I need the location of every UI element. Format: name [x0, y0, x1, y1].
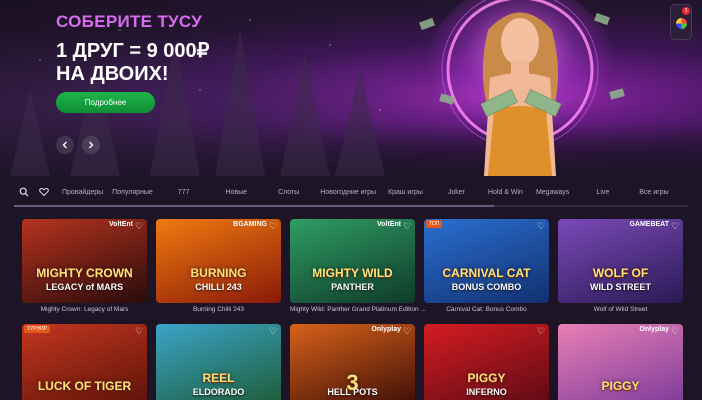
game-thumbnail[interactable]: PIGGY Onlyplay ♡ [558, 324, 683, 400]
game-card[interactable]: PIGGY INFERNO ♡ [424, 324, 549, 400]
game-art-title: REEL [202, 371, 235, 385]
game-card[interactable]: MIGHTY CROWN LEGACY of MARS VoltEnt ♡ Mighty… [22, 219, 147, 313]
game-name[interactable]: Mighty Wild: Panther Grand Platinum Edit… [290, 306, 426, 313]
banner-offer-line: 1 ДРУГ = 9 000₽ [56, 40, 210, 62]
game-thumbnail[interactable]: BURNING CHILLI 243 BGAMING ♡ [156, 219, 281, 303]
promo-banner[interactable]: СОБЕРИТЕ ТУСУ 1 ДРУГ = 9 000₽ НА ДВОИХ! … [0, 0, 702, 176]
provider-label: GAMEBEAT [629, 221, 669, 228]
provider-label: Onlyplay [639, 326, 669, 333]
game-badge: ТОП [426, 220, 443, 228]
game-art-title: PIGGY [601, 379, 640, 393]
game-art-subtitle: PANTHER [331, 282, 374, 292]
nav-item-all-games[interactable]: Все игры [639, 189, 668, 196]
nav-item-megaways[interactable]: Megaways [536, 189, 569, 196]
nav-item-777[interactable]: 777 [178, 189, 190, 196]
nav-item-hold-win[interactable]: Hold & Win [488, 189, 523, 196]
game-thumbnail[interactable]: CARNIVAL CAT BONUS COMBO ТОП ♡ [424, 219, 549, 303]
nav-item-providers[interactable]: Провайдеры [62, 189, 103, 196]
more-details-button[interactable]: Подробнее [56, 92, 155, 113]
promo-widget[interactable]: 3 [670, 4, 692, 40]
favorite-heart-icon[interactable]: ♡ [670, 221, 680, 231]
game-art-title: MIGHTY CROWN [36, 266, 133, 280]
game-art-title: CARNIVAL CAT [442, 266, 531, 280]
game-art-subtitle: HELL POTS [327, 387, 378, 397]
game-card[interactable]: REEL ELDORADO ♡ [156, 324, 281, 400]
nav-item-new[interactable]: Новые [225, 189, 247, 196]
hero-illustration [419, 0, 625, 176]
game-name[interactable]: Burning Chilli 243 [156, 306, 281, 313]
promo-count-badge: 3 [682, 7, 690, 15]
favorite-heart-icon[interactable]: ♡ [268, 221, 278, 231]
provider-label: VoltEnt [377, 221, 401, 228]
banner-offer-subline: НА ДВОИХ! [56, 63, 169, 85]
nav-item-new-year[interactable]: Новогодние игры [320, 189, 376, 196]
game-thumbnail[interactable]: MIGHTY CROWN LEGACY of MARS VoltEnt ♡ [22, 219, 147, 303]
game-card[interactable]: PIGGY Onlyplay ♡ [558, 324, 683, 400]
nav-item-slots[interactable]: Слоты [278, 189, 299, 196]
provider-label: BGAMING [233, 221, 267, 228]
game-badge: ТУРНИР [24, 325, 51, 333]
favorite-heart-icon[interactable]: ♡ [536, 221, 546, 231]
nav-item-joker[interactable]: Joker [448, 189, 465, 196]
game-card[interactable]: 3 HELL POTS Onlyplay ♡ [290, 324, 415, 400]
game-art-title: PIGGY [467, 371, 506, 385]
game-thumbnail[interactable]: MIGHTY WILD PANTHER VoltEnt ♡ [290, 219, 415, 303]
game-thumbnail[interactable]: LUCK OF TIGER ТУРНИР ♡ [22, 324, 147, 400]
game-art-subtitle: LEGACY of MARS [45, 282, 124, 292]
game-thumbnail[interactable]: REEL ELDORADO ♡ [156, 324, 281, 400]
favorite-heart-icon[interactable]: ♡ [536, 326, 546, 336]
game-art-title: WOLF OF [592, 266, 649, 280]
banner-prev-button[interactable] [56, 136, 74, 154]
game-name[interactable]: Mighty Crown: Legacy of Mars [22, 306, 147, 313]
game-art-title: LUCK OF TIGER [37, 379, 132, 393]
nav-item-crash[interactable]: Краш игры [388, 189, 423, 196]
game-card[interactable]: BURNING CHILLI 243 BGAMING ♡ Burning Chilli … [156, 219, 281, 313]
nav-item-live[interactable]: Live [596, 189, 609, 196]
game-card[interactable]: CARNIVAL CAT BONUS COMBO ТОП ♡ Carnival Cat:… [424, 219, 549, 313]
game-card[interactable]: LUCK OF TIGER ТУРНИР ♡ [22, 324, 147, 400]
casino-lobby: СОБЕРИТЕ ТУСУ 1 ДРУГ = 9 000₽ НА ДВОИХ! … [0, 0, 702, 400]
nav-scrollbar[interactable] [14, 205, 688, 207]
game-thumbnail[interactable]: 3 HELL POTS Onlyplay ♡ [290, 324, 415, 400]
wheel-icon [676, 18, 687, 29]
game-art-title: MIGHTY WILD [312, 266, 393, 280]
heart-icon[interactable] [34, 187, 54, 197]
provider-label: Onlyplay [371, 326, 401, 333]
favorite-heart-icon[interactable]: ♡ [402, 221, 412, 231]
game-thumbnail[interactable]: WOLF OF WILD STREET GAMEBEAT ♡ [558, 219, 683, 303]
favorite-heart-icon[interactable]: ♡ [670, 326, 680, 336]
game-card[interactable]: WOLF OF WILD STREET GAMEBEAT ♡ Wolf of Wild … [558, 219, 683, 313]
favorite-heart-icon[interactable]: ♡ [402, 326, 412, 336]
favorite-heart-icon[interactable]: ♡ [134, 326, 144, 336]
game-name[interactable]: Carnival Cat: Bonus Combo [424, 306, 549, 313]
nav-item-popular[interactable]: Популярные [112, 189, 153, 196]
search-icon[interactable] [14, 187, 34, 197]
favorite-heart-icon[interactable]: ♡ [134, 221, 144, 231]
banner-next-button[interactable] [82, 136, 100, 154]
game-name[interactable]: Wolf of Wild Street [558, 306, 683, 313]
game-thumbnail[interactable]: PIGGY INFERNO ♡ [424, 324, 549, 400]
chevron-left-icon [62, 141, 67, 149]
game-art-title: BURNING [190, 266, 247, 280]
nav-scrollbar-thumb[interactable] [14, 205, 494, 207]
game-art-subtitle: ELDORADO [192, 387, 245, 397]
game-art-subtitle: CHILLI 243 [195, 282, 242, 292]
banner-title: СОБЕРИТЕ ТУСУ [56, 12, 203, 31]
game-card[interactable]: MIGHTY WILD PANTHER VoltEnt ♡ Mighty Wild: P… [290, 219, 426, 313]
game-art-subtitle: WILD STREET [590, 282, 651, 292]
category-nav: Провайдеры Популярные 777 Новые Слоты Но… [14, 181, 688, 203]
favorite-heart-icon[interactable]: ♡ [268, 326, 278, 336]
provider-label: VoltEnt [109, 221, 133, 228]
game-art-subtitle: BONUS COMBO [451, 282, 522, 292]
chevron-right-icon [89, 141, 94, 149]
game-art-subtitle: INFERNO [466, 387, 507, 397]
